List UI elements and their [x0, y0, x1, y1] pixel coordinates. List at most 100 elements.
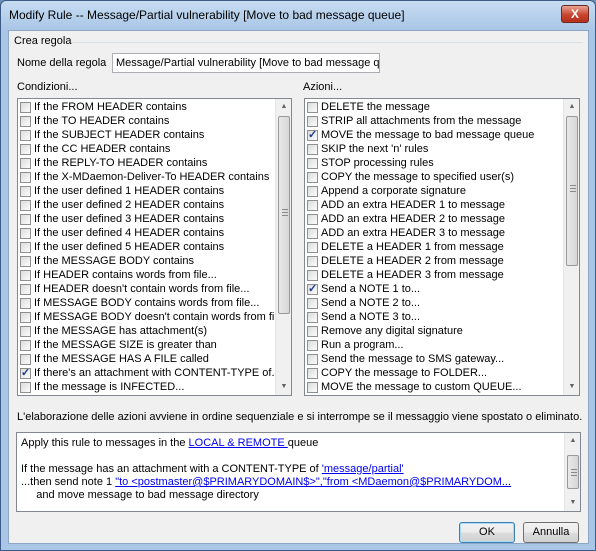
checkbox-icon[interactable]	[20, 171, 31, 183]
checkbox-icon[interactable]	[307, 227, 318, 239]
action-item[interactable]: Add line to text file	[307, 394, 562, 397]
action-item[interactable]: COPY the message to specified user(s)	[307, 170, 562, 184]
action-item[interactable]: ADD an extra HEADER 2 to message	[307, 212, 562, 226]
checkbox-icon[interactable]	[20, 255, 31, 267]
condition-item[interactable]: If MESSAGE BODY doesn't contain words fr…	[20, 310, 274, 324]
condition-item[interactable]: If the REPLY-TO HEADER contains	[20, 156, 274, 170]
checkbox-icon[interactable]	[307, 269, 318, 281]
close-button[interactable]: X	[561, 5, 589, 23]
condition-item[interactable]: If there's an attachment with CONTENT-TY…	[20, 366, 274, 380]
checkbox-icon[interactable]	[20, 227, 31, 239]
checkbox-icon[interactable]	[20, 157, 31, 169]
queue-link[interactable]: LOCAL & REMOTE	[189, 437, 288, 449]
checkbox-icon[interactable]	[20, 311, 31, 323]
content-type-link[interactable]: 'message/partial'	[322, 463, 404, 475]
rule-name-input[interactable]: Message/Partial vulnerability [Move to b…	[112, 53, 380, 73]
action-item[interactable]: MOVE the message to custom QUEUE...	[307, 380, 562, 394]
action-item[interactable]: COPY the message to FOLDER...	[307, 366, 562, 380]
checkbox-icon[interactable]	[307, 143, 318, 155]
checkbox-icon[interactable]	[307, 255, 318, 267]
action-item[interactable]: Send the message to SMS gateway...	[307, 352, 562, 366]
actions-scroll-thumb[interactable]	[566, 116, 578, 266]
condition-item[interactable]: If MESSAGE BODY contains words from file…	[20, 296, 274, 310]
checkbox-icon[interactable]	[307, 396, 318, 397]
condition-item[interactable]: If the user defined 3 HEADER contains	[20, 212, 274, 226]
checkbox-icon[interactable]	[307, 339, 318, 351]
checkbox-icon[interactable]	[307, 171, 318, 183]
checkbox-icon[interactable]	[20, 101, 31, 113]
condition-item[interactable]: If the SUBJECT HEADER contains	[20, 128, 274, 142]
checkbox-icon[interactable]	[20, 297, 31, 309]
title-bar[interactable]: Modify Rule -- Message/Partial vulnerabi…	[1, 1, 595, 29]
checkbox-icon[interactable]	[20, 129, 31, 141]
condition-item[interactable]: If the X-MDaemon-Deliver-To HEADER conta…	[20, 170, 274, 184]
checkbox-icon[interactable]	[307, 311, 318, 323]
checkbox-icon[interactable]	[20, 339, 31, 351]
checkbox-icon[interactable]	[307, 381, 318, 393]
cancel-button[interactable]: Annulla	[523, 522, 579, 543]
condition-item[interactable]: If the message is INFECTED...	[20, 380, 274, 394]
description-scroll-thumb[interactable]	[567, 455, 579, 489]
condition-item[interactable]: If the user defined 5 HEADER contains	[20, 240, 274, 254]
checkbox-checked-icon[interactable]	[307, 128, 318, 142]
scroll-up-arrow-icon[interactable]: ▲	[565, 433, 580, 449]
checkbox-icon[interactable]	[307, 115, 318, 127]
action-item[interactable]: SKIP the next 'n' rules	[307, 142, 562, 156]
description-scrollbar[interactable]: ▲ ▼	[564, 433, 580, 511]
action-item[interactable]: DELETE a HEADER 1 from message	[307, 240, 562, 254]
actions-scrollbar[interactable]: ▲ ▼	[563, 99, 579, 395]
actions-list[interactable]: DELETE the message STRIP all attachments …	[304, 98, 580, 396]
action-item[interactable]: MOVE the message to bad message queue	[307, 128, 562, 142]
scroll-down-arrow-icon[interactable]: ▼	[565, 495, 580, 511]
checkbox-icon[interactable]	[307, 157, 318, 169]
checkbox-checked-icon[interactable]	[307, 282, 318, 296]
action-item[interactable]: Remove any digital signature	[307, 324, 562, 338]
checkbox-icon[interactable]	[307, 101, 318, 113]
scroll-up-arrow-icon[interactable]: ▲	[564, 99, 579, 115]
condition-item[interactable]: If the TO HEADER contains	[20, 114, 274, 128]
condition-item[interactable]: If the CC HEADER contains	[20, 142, 274, 156]
action-item[interactable]: DELETE the message	[307, 100, 562, 114]
checkbox-icon[interactable]	[20, 396, 31, 397]
ok-button[interactable]: OK	[459, 522, 515, 543]
checkbox-icon[interactable]	[20, 381, 31, 393]
checkbox-icon[interactable]	[20, 199, 31, 211]
action-item[interactable]: Send a NOTE 2 to...	[307, 296, 562, 310]
action-item[interactable]: Send a NOTE 1 to...	[307, 282, 562, 296]
checkbox-icon[interactable]	[20, 241, 31, 253]
note-link[interactable]: "to <postmaster@$PRIMARYDOMAIN$>","from …	[115, 476, 511, 488]
conditions-scrollbar[interactable]: ▲ ▼	[275, 99, 291, 395]
checkbox-icon[interactable]	[20, 325, 31, 337]
scroll-down-arrow-icon[interactable]: ▼	[276, 379, 291, 395]
checkbox-checked-icon[interactable]	[20, 366, 31, 380]
action-item[interactable]: ADD an extra HEADER 1 to message	[307, 198, 562, 212]
checkbox-icon[interactable]	[307, 185, 318, 197]
condition-item[interactable]: If the FROM HEADER contains	[20, 100, 274, 114]
conditions-list[interactable]: If the FROM HEADER contains If the TO HEA…	[17, 98, 292, 396]
action-item[interactable]: Append a corporate signature	[307, 184, 562, 198]
scroll-up-arrow-icon[interactable]: ▲	[276, 99, 291, 115]
checkbox-icon[interactable]	[20, 269, 31, 281]
action-item[interactable]: DELETE a HEADER 3 from message	[307, 268, 562, 282]
conditions-scroll-thumb[interactable]	[278, 116, 290, 314]
checkbox-icon[interactable]	[20, 143, 31, 155]
checkbox-icon[interactable]	[307, 325, 318, 337]
condition-item[interactable]: If the MESSAGE SIZE is greater than	[20, 338, 274, 352]
condition-item[interactable]: If the user defined 1 HEADER contains	[20, 184, 274, 198]
condition-item[interactable]: If HEADER doesn't contain words from fil…	[20, 282, 274, 296]
checkbox-icon[interactable]	[20, 283, 31, 295]
checkbox-icon[interactable]	[20, 115, 31, 127]
condition-item[interactable]: If HEADER contains words from file...	[20, 268, 274, 282]
condition-item[interactable]: If the user defined 2 HEADER contains	[20, 198, 274, 212]
action-item[interactable]: ADD an extra HEADER 3 to message	[307, 226, 562, 240]
checkbox-icon[interactable]	[307, 213, 318, 225]
checkbox-icon[interactable]	[20, 353, 31, 365]
action-item[interactable]: STRIP all attachments from the message	[307, 114, 562, 128]
checkbox-icon[interactable]	[307, 199, 318, 211]
action-item[interactable]: STOP processing rules	[307, 156, 562, 170]
checkbox-icon[interactable]	[307, 367, 318, 379]
condition-item[interactable]: If the user defined 4 HEADER contains	[20, 226, 274, 240]
condition-item[interactable]: If the MESSAGE has attachment(s)	[20, 324, 274, 338]
checkbox-icon[interactable]	[307, 353, 318, 365]
condition-item[interactable]: If the MESSAGE BODY contains	[20, 254, 274, 268]
